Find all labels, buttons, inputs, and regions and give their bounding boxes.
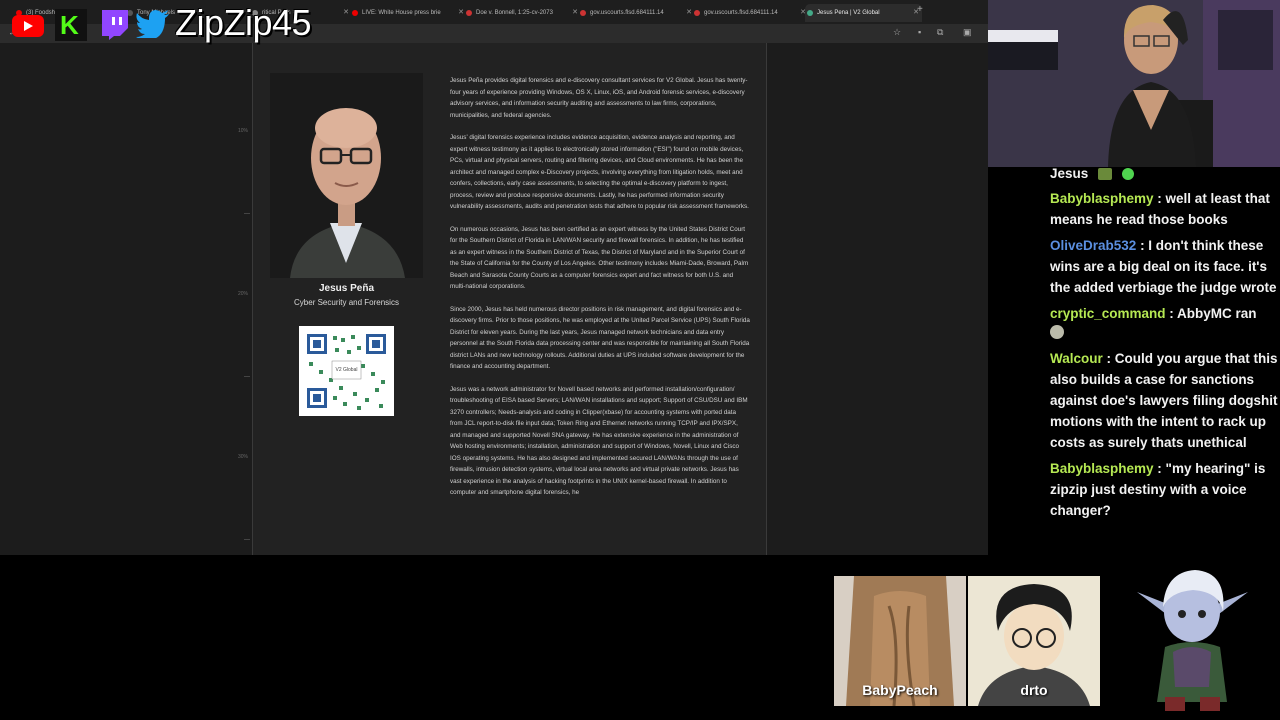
channel-handle: ZipZip45	[175, 2, 312, 43]
emote-icon	[1121, 168, 1134, 181]
gutter-tick	[244, 539, 250, 540]
chat-username[interactable]: Babyblasphemy	[1050, 191, 1154, 206]
webcam-feed	[988, 0, 1280, 167]
guest-tile-babypeach: BabyPeach	[834, 576, 966, 706]
gutter-tick	[244, 376, 250, 377]
zoom-mark: 30%	[238, 454, 249, 460]
chat-text: Jesus	[1050, 167, 1089, 181]
tab-label: gov.uscourts.flsd.684111.14	[590, 10, 664, 16]
new-tab-button[interactable]: +	[917, 4, 923, 15]
chat-username[interactable]: Babyblasphemy	[1050, 461, 1154, 476]
puzzle-icon[interactable]: ⧉	[937, 27, 943, 38]
tab-label: Jesus Pena | V2 Global	[817, 10, 880, 16]
guest-name: drto	[1020, 682, 1048, 698]
chat-panel: Jesus Babyblasphemy : well at least that…	[1024, 167, 1280, 555]
chat-text: : AbbyMC ran	[1165, 306, 1257, 321]
guest-tile-drto: drto	[968, 576, 1100, 706]
emote-icon	[1098, 168, 1113, 181]
person-name: Jesus Peña	[318, 283, 375, 294]
tab-label: gov.uscourts.flsd.684111.14	[704, 10, 778, 16]
browser-window: (3) Foodshi Tony Michaels ritical Polls …	[0, 0, 988, 555]
chat-message: OliveDrab532 : I don't think these wins …	[1050, 235, 1278, 298]
youtube-icon	[12, 15, 44, 37]
tab-4[interactable]: LIVE: White House press brie ✕	[350, 4, 467, 22]
person-role: Cyber Security and Forensics	[294, 298, 399, 307]
tab-6[interactable]: gov.uscourts.flsd.684111.14 ✕	[578, 4, 695, 22]
guest-name: BabyPeach	[862, 682, 938, 698]
chat-message: Babyblasphemy : well at least that means…	[1050, 188, 1278, 230]
tab-label: Doe v. Bonnell, 1:25-cv-2073	[476, 10, 553, 16]
extension-icon[interactable]: ▪	[918, 27, 921, 37]
emote-icon	[1050, 325, 1064, 339]
bookmark-star-icon[interactable]: ☆	[893, 27, 901, 38]
chat-username[interactable]: OliveDrab532	[1050, 238, 1136, 253]
chat-message-partial: Jesus	[1050, 167, 1278, 184]
chat-message: cryptic_command : AbbyMC ran	[1050, 303, 1278, 345]
qr-code: V2 Global	[299, 326, 394, 416]
chat-message: Walcour : Could you argue that this also…	[1050, 348, 1278, 453]
left-gutter: 10% 20% 30%	[0, 43, 252, 555]
gutter-tick	[244, 213, 250, 214]
twitter-icon	[136, 10, 170, 40]
chat-username[interactable]: Walcour	[1050, 351, 1103, 366]
tab-active[interactable]: Jesus Pena | V2 Global ✕	[805, 4, 922, 22]
bio-text: Jesus Peña provides digital forensics an…	[450, 75, 750, 510]
document-page: Jesus Peña Cyber Security and Forensics	[252, 43, 767, 555]
bio-paragraph: Jesus was a network administrator for No…	[450, 385, 748, 497]
chat-message: Babyblasphemy : "my hearing" is zipzip j…	[1050, 458, 1278, 521]
portrait-photo	[270, 73, 423, 278]
bio-paragraph: Jesus' digital forensics experience incl…	[450, 134, 749, 210]
bio-paragraph: On numerous occasions, Jesus has been ce…	[450, 225, 749, 291]
tab-5[interactable]: Doe v. Bonnell, 1:25-cv-2073 ✕	[464, 4, 581, 22]
kick-icon: K	[55, 9, 87, 41]
bio-paragraph: Jesus Peña provides digital forensics an…	[450, 77, 748, 119]
zoom-mark: 10%	[238, 128, 249, 134]
tab-label: LIVE: White House press brie	[362, 10, 441, 16]
zoom-mark: 20%	[238, 291, 249, 297]
bio-paragraph: Since 2000, Jesus has held numerous dire…	[450, 305, 750, 371]
qr-label: V2 Global	[335, 367, 358, 373]
page-viewport: 10% 20% 30% Jesus Peña Cyber Security an…	[0, 43, 988, 555]
tab-7[interactable]: gov.uscourts.flsd.684111.14 ✕	[692, 4, 809, 22]
mascot-avatar	[1135, 562, 1250, 712]
chat-username[interactable]: cryptic_command	[1050, 306, 1166, 321]
sidebar-icon[interactable]: ▣	[963, 27, 972, 38]
close-icon[interactable]: ✕	[343, 4, 349, 22]
twitch-icon	[98, 8, 130, 40]
